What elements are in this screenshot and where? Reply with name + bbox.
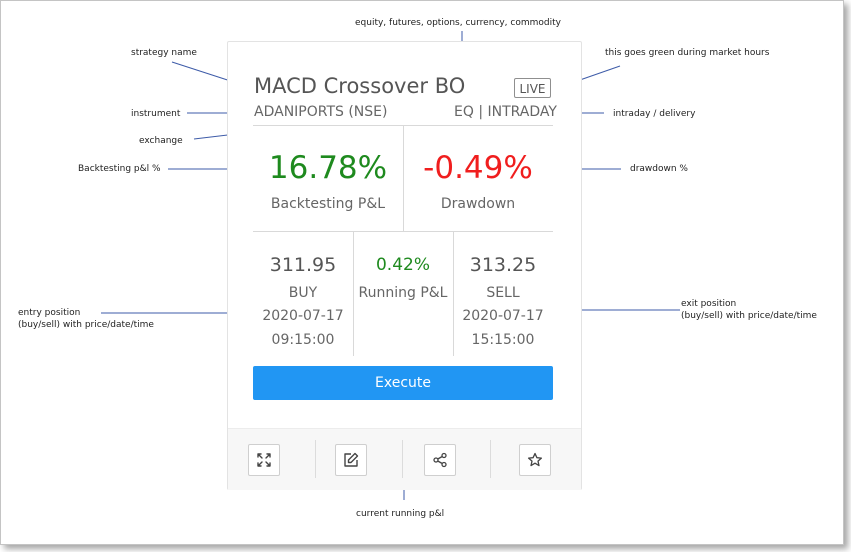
divider-middle	[253, 231, 553, 232]
entry-date: 2020-07-17	[262, 308, 344, 324]
star-icon	[527, 452, 543, 467]
edit-icon	[344, 452, 359, 467]
annotation-drawdown: drawdown %	[630, 164, 688, 174]
strategy-name: MACD Crossover BO	[254, 74, 466, 98]
favorite-button[interactable]	[519, 444, 551, 476]
annotation-entry-line2: (buy/sell) with price/date/time	[18, 320, 154, 330]
exit-time: 15:15:00	[471, 332, 535, 348]
entry-time: 09:15:00	[271, 332, 335, 348]
backtesting-pnl-value: 16.78%	[268, 150, 388, 186]
share-icon	[433, 452, 447, 468]
execute-button[interactable]: Execute	[253, 366, 553, 400]
expand-icon	[257, 453, 271, 467]
annotation-instrument: instrument	[131, 109, 181, 119]
footer-divider	[315, 440, 316, 478]
entry-side: BUY	[288, 285, 318, 301]
annotation-entry-line1: entry position	[18, 308, 81, 318]
expand-button[interactable]	[248, 444, 280, 476]
annotation-market-hours: this goes green during market hours	[605, 48, 770, 58]
exit-side: SELL	[486, 285, 520, 301]
exit-price: 313.25	[469, 254, 537, 276]
segment-label: EQ | INTRADAY	[454, 104, 557, 120]
entry-price: 311.95	[269, 254, 337, 276]
annotation-intraday: intraday / delivery	[613, 109, 696, 119]
annotation-strategy-name: strategy name	[131, 48, 197, 58]
annotation-exit-line1: exit position	[681, 299, 737, 309]
running-pnl-label: Running P&L	[358, 285, 448, 301]
share-button[interactable]	[424, 444, 456, 476]
annotation-current: current running p&l	[356, 509, 445, 519]
exit-date: 2020-07-17	[462, 308, 544, 324]
drawdown-value: -0.49%	[423, 150, 533, 186]
annotation-backtesting: Backtesting p&l %	[78, 164, 161, 174]
annotation-exchange: exchange	[139, 136, 183, 146]
footer-divider	[490, 440, 491, 478]
live-status-badge: LIVE	[514, 78, 551, 98]
running-pnl-value: 0.42%	[375, 255, 430, 275]
annotation-equity: equity, futures, options, currency, comm…	[355, 18, 561, 28]
backtesting-pnl-label: Backtesting P&L	[270, 196, 386, 212]
footer-divider	[402, 440, 403, 478]
instrument-label: ADANIPORTS (NSE)	[254, 104, 388, 120]
strategy-card: MACD Crossover BO LIVE ADANIPORTS (NSE) …	[227, 41, 582, 490]
edit-button[interactable]	[335, 444, 367, 476]
annotation-exit-line2: (buy/sell) with price/date/time	[681, 311, 817, 321]
drawdown-label: Drawdown	[440, 196, 516, 212]
card-footer	[228, 428, 581, 490]
